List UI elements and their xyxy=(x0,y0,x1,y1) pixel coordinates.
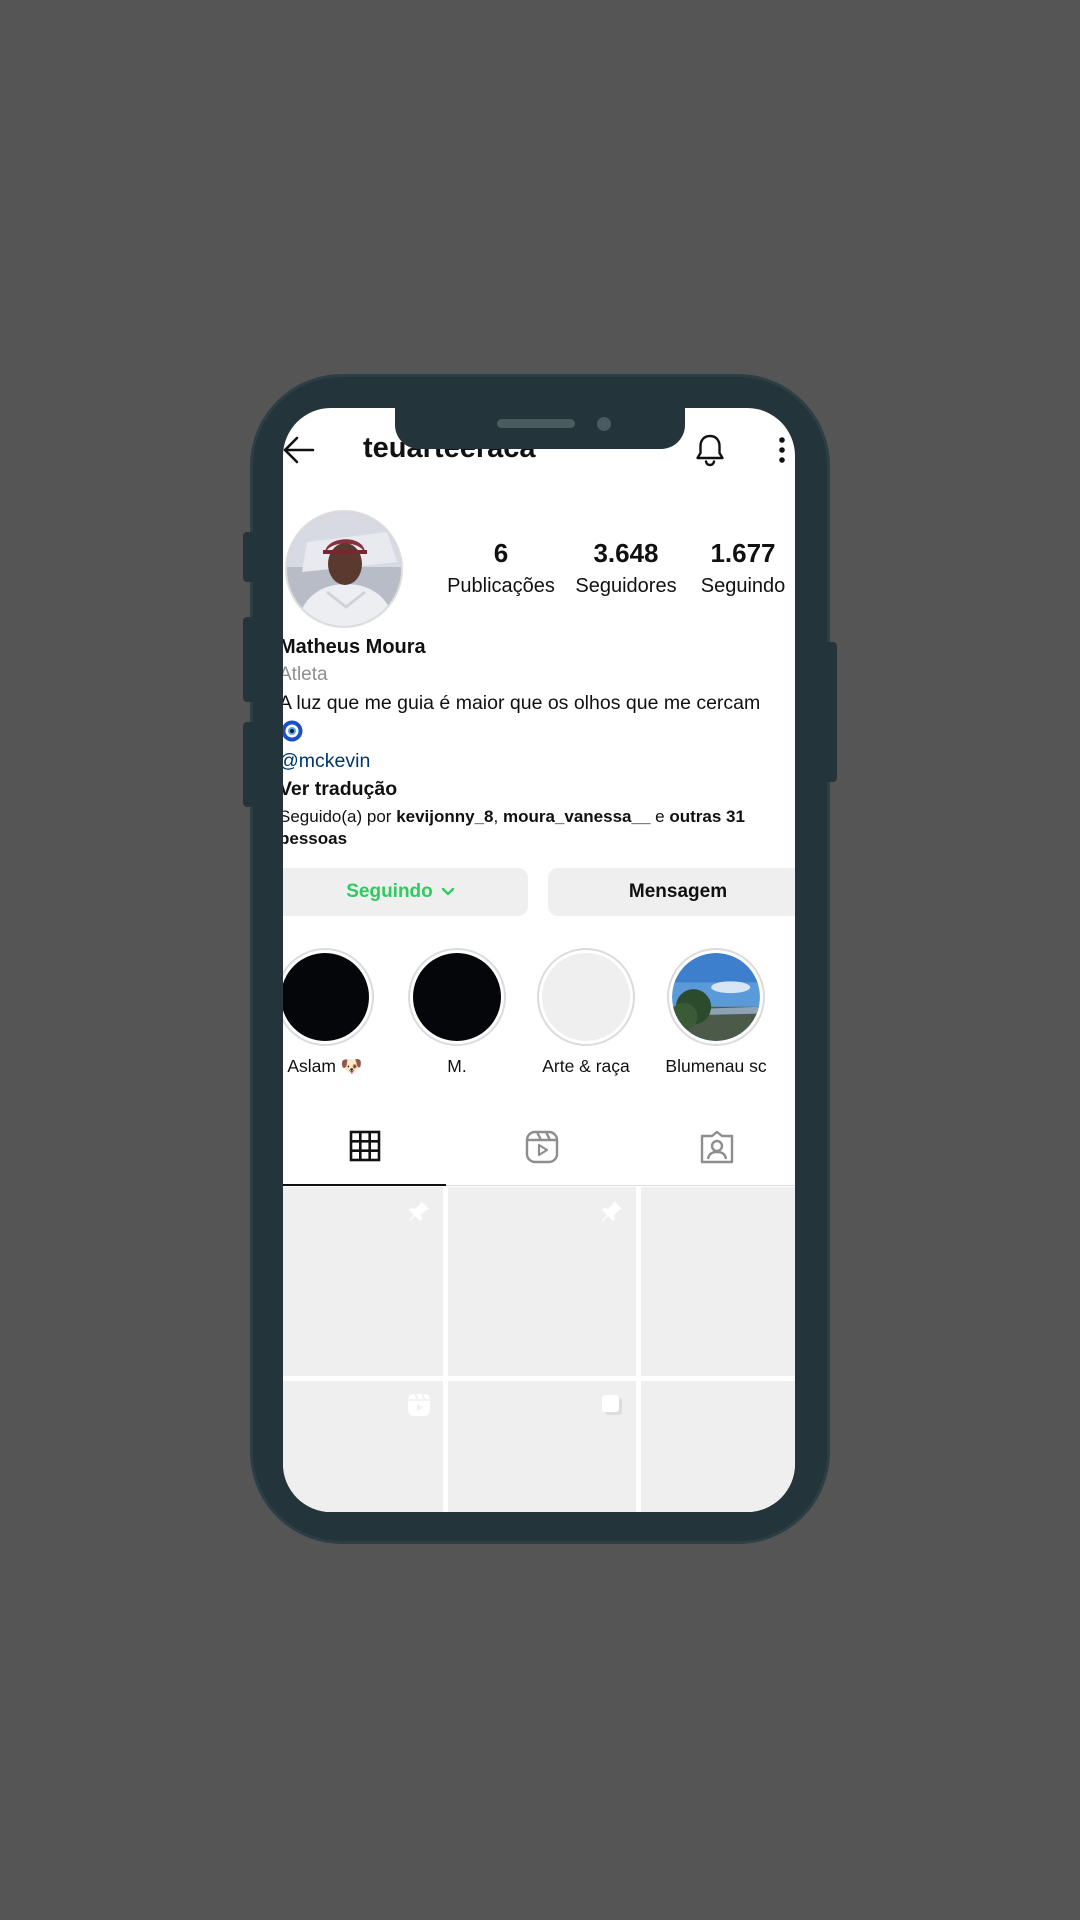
tab-reels[interactable] xyxy=(446,1108,638,1186)
followed-by-suffix: pessoas xyxy=(283,829,348,848)
stat-followers[interactable]: 3.648 Seguidores xyxy=(566,538,686,598)
message-button[interactable]: Mensagem xyxy=(548,868,795,916)
tab-posts-grid[interactable] xyxy=(283,1108,446,1186)
reels-icon xyxy=(408,1393,430,1416)
phone-side-button xyxy=(825,642,837,782)
post-thumbnail[interactable] xyxy=(448,1187,636,1376)
stat-following[interactable]: 1.677 Seguindo xyxy=(688,538,795,598)
carousel-icon xyxy=(602,1395,622,1415)
post-thumbnail[interactable] xyxy=(448,1381,636,1512)
followed-by-user: kevijonny_8 xyxy=(396,807,494,826)
stat-following-label: Seguindo xyxy=(700,575,786,597)
post-thumbnail[interactable] xyxy=(641,1187,795,1376)
phone-screen: teuarteeraca 6 Publicações 3.648 Seguido… xyxy=(283,408,795,1512)
highlight-label: Blumenau sc xyxy=(665,1056,767,1076)
highlight-cover xyxy=(542,953,630,1041)
chevron-down-icon xyxy=(441,887,454,896)
highlight-ring xyxy=(667,948,765,1046)
post-thumbnail[interactable] xyxy=(283,1381,443,1512)
avatar[interactable] xyxy=(285,510,403,628)
bio-mention-link[interactable]: @mckevin xyxy=(283,750,370,773)
highlight-cover xyxy=(413,953,501,1041)
more-vertical-icon[interactable] xyxy=(777,436,787,464)
followed-by-prefix: Seguido(a) por xyxy=(283,807,397,826)
stat-following-value: 1.677 xyxy=(710,538,776,568)
story-highlight[interactable]: M. xyxy=(405,948,509,1077)
highlight-label: Aslam 🐶 xyxy=(287,1056,363,1076)
following-button[interactable]: Seguindo xyxy=(283,868,528,916)
post-thumbnail[interactable] xyxy=(283,1187,443,1376)
phone-speaker xyxy=(497,419,575,428)
story-highlight[interactable]: Aslam 🐶 xyxy=(283,948,377,1077)
stat-posts-label: Publicações xyxy=(447,575,555,597)
post-thumbnail[interactable] xyxy=(641,1381,795,1512)
tab-tagged[interactable] xyxy=(638,1108,795,1186)
bell-icon[interactable] xyxy=(694,433,726,467)
phone-notch xyxy=(395,405,685,449)
highlight-ring xyxy=(537,948,635,1046)
highlight-label: M. xyxy=(447,1056,467,1076)
profile-full-name: Matheus Moura xyxy=(283,636,426,658)
followed-by-others: outras 31 xyxy=(669,807,745,826)
followed-by-text[interactable]: Seguido(a) por kevijonny_8, moura_vaness… xyxy=(283,806,795,850)
followed-by-separator: , xyxy=(493,807,503,826)
highlight-ring xyxy=(283,948,374,1046)
avatar-photo xyxy=(287,512,401,626)
pin-icon xyxy=(409,1201,429,1221)
highlight-label: Arte & raça xyxy=(542,1056,630,1076)
profile-category: Atleta xyxy=(283,664,328,685)
phone-side-button xyxy=(243,617,255,702)
story-highlight[interactable]: Arte & raça xyxy=(534,948,638,1077)
highlight-ring xyxy=(408,948,506,1046)
tagged-icon xyxy=(700,1130,733,1164)
see-translation-link[interactable]: Ver tradução xyxy=(283,778,397,801)
highlight-cover xyxy=(283,953,369,1041)
pin-icon xyxy=(602,1201,622,1221)
stat-followers-label: Seguidores xyxy=(575,575,677,597)
profile-bio: A luz que me guia é maior que os olhos q… xyxy=(283,692,761,714)
stat-followers-value: 3.648 xyxy=(593,538,659,568)
followed-by-user: moura_vanessa__ xyxy=(502,807,651,826)
arrow-left-icon[interactable] xyxy=(283,436,315,464)
story-highlight[interactable]: Blumenau sc xyxy=(664,948,768,1077)
phone-camera xyxy=(597,417,611,431)
posts-grid xyxy=(283,1179,795,1512)
reels-icon xyxy=(525,1130,559,1164)
stat-posts[interactable]: 6 Publicações xyxy=(436,538,566,598)
following-button-label: Seguindo xyxy=(346,881,433,902)
highlight-cover xyxy=(672,953,760,1041)
phone-side-button xyxy=(243,532,255,582)
phone-side-button xyxy=(243,722,255,807)
evil-eye-icon xyxy=(283,720,303,742)
followed-by-and: e xyxy=(650,807,670,826)
profile-tab-bar xyxy=(283,1108,795,1186)
grid-icon xyxy=(349,1130,380,1162)
stat-posts-value: 6 xyxy=(493,538,509,568)
